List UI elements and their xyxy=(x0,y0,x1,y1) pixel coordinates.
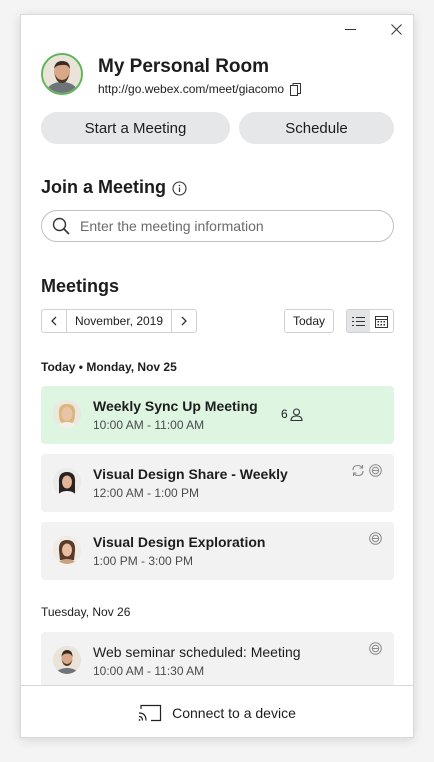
prev-month-button[interactable] xyxy=(42,310,66,332)
minimize-icon xyxy=(344,28,356,30)
webex-icon xyxy=(369,642,382,655)
meeting-title: Visual Design Exploration xyxy=(93,534,266,550)
meeting-card[interactable]: Visual Design Exploration 1:00 PM - 3:00… xyxy=(41,522,394,580)
calendar-icon xyxy=(375,315,388,328)
meeting-info-input[interactable] xyxy=(80,218,393,234)
room-title: My Personal Room xyxy=(98,56,270,77)
search-icon xyxy=(52,217,70,235)
meeting-icons xyxy=(351,464,382,477)
cast-icon xyxy=(138,704,162,721)
avatar-man-beard xyxy=(53,646,81,674)
start-meeting-button[interactable]: Start a Meeting xyxy=(41,112,230,144)
meeting-title: Visual Design Share - Weekly xyxy=(93,466,288,482)
date-navigator: November, 2019 xyxy=(41,309,197,333)
meeting-card[interactable]: Weekly Sync Up Meeting 10:00 AM - 11:00 … xyxy=(41,386,394,444)
avatar-woman-dark-hair xyxy=(53,468,81,496)
room-url-row: http://go.webex.com/meet/giacomo xyxy=(98,82,302,96)
info-icon[interactable] xyxy=(172,181,187,196)
app-window: My Personal Room http://go.webex.com/mee… xyxy=(20,14,414,738)
close-button[interactable] xyxy=(383,19,409,39)
connect-device-label: Connect to a device xyxy=(172,704,296,721)
view-toggle xyxy=(346,309,394,333)
list-icon xyxy=(352,316,365,326)
chevron-left-icon xyxy=(51,316,57,326)
recurring-icon xyxy=(352,464,364,477)
meeting-icons xyxy=(369,532,382,545)
schedule-button[interactable]: Schedule xyxy=(239,112,394,144)
day-header-tuesday: Tuesday, Nov 26 xyxy=(41,605,131,619)
meeting-time: 12:00 AM - 1:00 PM xyxy=(93,486,200,500)
meeting-card[interactable]: Visual Design Share - Weekly 12:00 AM - … xyxy=(41,454,394,512)
room-url[interactable]: http://go.webex.com/meet/giacomo xyxy=(98,82,284,96)
join-meeting-title: Join a Meeting xyxy=(41,177,167,197)
close-icon xyxy=(390,23,402,35)
today-button[interactable]: Today xyxy=(284,309,334,333)
avatar-man-beard xyxy=(43,55,81,93)
meeting-time: 1:00 PM - 3:00 PM xyxy=(93,554,194,568)
avatar-woman-blonde xyxy=(53,400,81,428)
webex-icon xyxy=(369,532,382,545)
day-header-today: Today • Monday, Nov 25 xyxy=(41,360,177,374)
person-icon xyxy=(290,407,303,421)
meeting-time: 10:00 AM - 11:30 AM xyxy=(93,664,205,678)
meetings-title: Meetings xyxy=(41,276,120,296)
next-month-button[interactable] xyxy=(172,310,196,332)
list-view-button[interactable] xyxy=(347,310,370,332)
attendee-count[interactable]: 6 xyxy=(281,407,303,421)
attendee-count-value: 6 xyxy=(281,407,288,421)
calendar-view-button[interactable] xyxy=(370,310,393,332)
webex-icon xyxy=(369,464,382,477)
connect-device-button[interactable]: Connect to a device xyxy=(21,685,413,737)
meeting-icons xyxy=(369,642,382,655)
chevron-right-icon xyxy=(181,316,187,326)
meeting-card[interactable]: Web seminar scheduled: Meeting 10:00 AM … xyxy=(41,632,394,690)
minimize-button[interactable] xyxy=(337,19,363,39)
meeting-title: Web seminar scheduled: Meeting xyxy=(93,644,301,660)
current-month: November, 2019 xyxy=(66,310,172,332)
user-avatar[interactable] xyxy=(41,53,83,95)
join-search-box[interactable] xyxy=(41,210,394,242)
meeting-time: 10:00 AM - 11:00 AM xyxy=(93,418,205,432)
meeting-title: Weekly Sync Up Meeting xyxy=(93,398,258,414)
copy-icon[interactable] xyxy=(290,82,302,96)
avatar-woman-brunette xyxy=(53,536,81,564)
